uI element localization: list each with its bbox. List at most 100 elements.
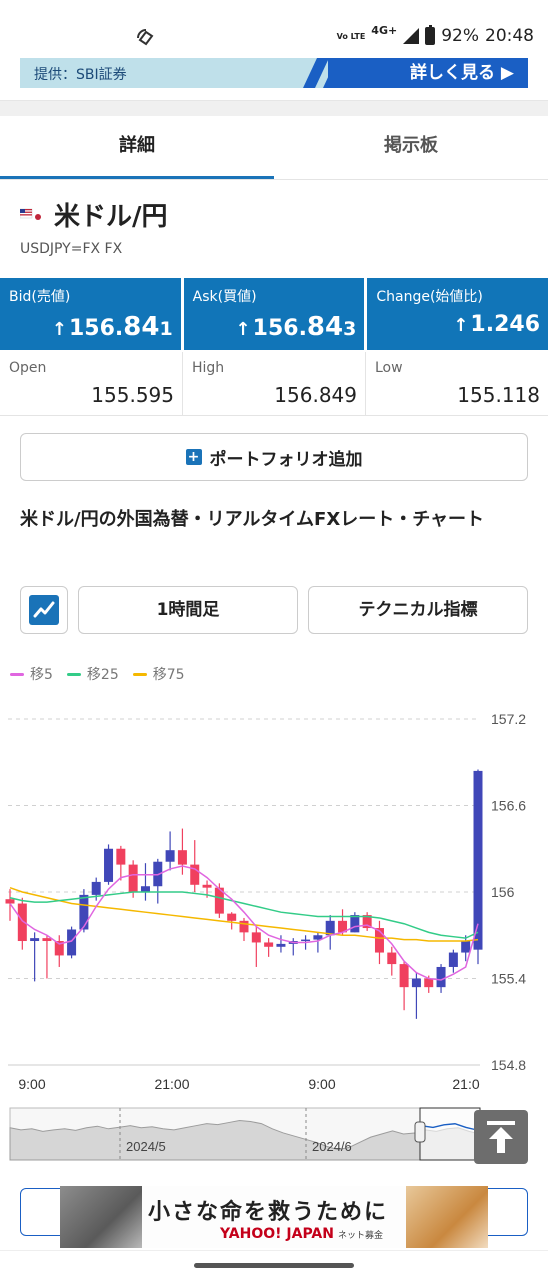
chart-type-button[interactable] bbox=[20, 586, 68, 634]
y-tick-label: 155.4 bbox=[491, 971, 526, 987]
candle-body bbox=[264, 942, 274, 947]
scroll-top-button[interactable] bbox=[474, 1110, 528, 1164]
y-tick-label: 157.2 bbox=[491, 711, 526, 727]
change-int: 1.246 bbox=[470, 312, 541, 337]
sbi-banner[interactable]: 提供：SBI証券 詳しく見る ▶ bbox=[20, 58, 528, 88]
clock: 20:48 bbox=[485, 26, 534, 46]
ad-brand-sub: ネット募金 bbox=[337, 1231, 383, 1241]
candle-body bbox=[104, 848, 114, 882]
instrument-header: 米ドル/円 bbox=[20, 196, 168, 233]
bid-int: 156. bbox=[68, 316, 124, 341]
tab-board[interactable]: 掲示板 bbox=[274, 116, 548, 179]
open-cell: Open 155.595 bbox=[0, 352, 183, 415]
bid-label: Bid(売値) bbox=[9, 289, 71, 305]
tab-bar: 詳細 掲示板 bbox=[0, 116, 548, 180]
candle-body bbox=[461, 941, 471, 953]
status-bar: Vo LTE 4G+ 92% 20:48 bbox=[0, 0, 548, 58]
candle-body bbox=[301, 939, 311, 942]
add-portfolio-button[interactable]: + ポートフォリオ追加 bbox=[20, 433, 528, 481]
open-value: 155.595 bbox=[91, 383, 174, 407]
x-tick-label: 21:00 bbox=[154, 1076, 189, 1092]
candlestick-chart[interactable]: 157.2 156.6 156 155.4 154.8 9:00 21:00 9:00 21:0 bbox=[0, 700, 548, 1100]
high-cell: High 156.849 bbox=[183, 352, 366, 415]
ask-big: 84 bbox=[306, 312, 344, 342]
range-navigator[interactable]: 2024/5 2024/6 bbox=[0, 1100, 548, 1166]
ask-int: 156. bbox=[252, 316, 307, 341]
interval-button[interactable]: 1時間足 bbox=[78, 586, 298, 634]
legend-ma75[interactable]: 移75 bbox=[132, 664, 185, 684]
status-indicators: Vo LTE 4G+ 92% 20:48 bbox=[336, 23, 534, 47]
us-japan-flag-icon bbox=[20, 208, 41, 220]
change-cell: Change(始値比) ↑1.246 bbox=[367, 278, 548, 350]
navigator-handle[interactable] bbox=[414, 1121, 426, 1143]
candle-body bbox=[473, 770, 483, 950]
home-gesture-bar[interactable] bbox=[194, 1263, 354, 1268]
candle-body bbox=[202, 884, 212, 888]
candle-body bbox=[350, 915, 360, 933]
up-arrow-icon: ↑ bbox=[235, 319, 251, 340]
quote-row: Bid(売値) ↑156.841 Ask(買値) ↑156.843 Change… bbox=[0, 278, 548, 350]
x-tick-label: 9:00 bbox=[18, 1076, 45, 1092]
chart-controls: 1時間足 テクニカル指標 bbox=[20, 586, 528, 634]
high-label: High bbox=[192, 360, 225, 376]
x-tick-label: 9:00 bbox=[308, 1076, 335, 1092]
ad-brand-name: YAHOO! JAPAN bbox=[220, 1226, 334, 1242]
ask-value: ↑156.843 bbox=[236, 312, 357, 342]
ad-banner[interactable]: 小さな命を救うために YAHOO! JAPAN ネット募金 bbox=[60, 1186, 488, 1248]
dog-photo bbox=[406, 1186, 488, 1248]
legend-ma5[interactable]: 移5 bbox=[10, 664, 53, 684]
bid-cell: Bid(売値) ↑156.841 bbox=[0, 278, 181, 350]
line-chart-icon bbox=[29, 595, 59, 625]
up-arrow-icon: ↑ bbox=[51, 319, 67, 340]
section-divider bbox=[0, 100, 548, 116]
legend-ma25-swatch bbox=[66, 672, 81, 676]
high-value: 156.849 bbox=[274, 383, 357, 407]
navigator-selection bbox=[419, 1107, 481, 1161]
legend-ma5-label: 移5 bbox=[30, 667, 53, 683]
candle-body bbox=[436, 966, 446, 988]
volte-indicator: Vo LTE bbox=[336, 31, 366, 41]
candle-body bbox=[276, 943, 286, 947]
candle-body bbox=[239, 920, 249, 933]
ticker-symbol: USDJPY=FX FX bbox=[20, 241, 123, 257]
chart-legend: 移5 移25 移75 bbox=[10, 664, 185, 684]
change-label: Change(始値比) bbox=[376, 289, 483, 305]
sync-app-icon bbox=[137, 29, 154, 46]
banner-detail-button[interactable]: 詳しく見る ▶ bbox=[410, 58, 514, 88]
low-cell: Low 155.118 bbox=[366, 352, 548, 415]
banner-provider: 提供：SBI証券 bbox=[34, 67, 127, 83]
navigation-bar bbox=[0, 1250, 548, 1280]
battery-level: 92% bbox=[441, 26, 479, 46]
technical-indicator-button[interactable]: テクニカル指標 bbox=[308, 586, 528, 634]
ad-brand: YAHOO! JAPAN ネット募金 bbox=[220, 1226, 383, 1242]
y-tick-label: 156.6 bbox=[491, 798, 526, 814]
low-label: Low bbox=[375, 360, 403, 376]
signal-icon bbox=[403, 28, 420, 44]
ask-label: Ask(買値) bbox=[192, 289, 257, 305]
candle-body bbox=[5, 899, 15, 904]
navigator-label: 2024/5 bbox=[126, 1139, 166, 1154]
open-label: Open bbox=[9, 360, 47, 376]
legend-ma75-swatch bbox=[132, 672, 147, 676]
page-title: 米ドル/円 bbox=[54, 202, 168, 232]
candle-body bbox=[165, 850, 175, 862]
legend-ma25[interactable]: 移25 bbox=[66, 664, 119, 684]
candle-body bbox=[42, 938, 52, 942]
legend-ma5-swatch bbox=[10, 672, 24, 676]
network-type: 4G+ bbox=[371, 23, 398, 37]
bid-value: ↑156.841 bbox=[52, 312, 173, 342]
candle-body bbox=[128, 864, 138, 892]
add-portfolio-label: ポートフォリオ追加 bbox=[209, 449, 363, 470]
legend-ma75-label: 移75 bbox=[152, 667, 185, 683]
battery-icon bbox=[425, 25, 436, 45]
ask-small: 3 bbox=[343, 318, 357, 340]
y-tick-label: 156 bbox=[491, 884, 515, 900]
change-value: ↑1.246 bbox=[453, 312, 540, 337]
candle-body bbox=[227, 913, 237, 921]
candle-body bbox=[399, 964, 409, 988]
candle-body bbox=[79, 894, 89, 930]
tab-details[interactable]: 詳細 bbox=[0, 116, 274, 179]
candle-body bbox=[30, 938, 40, 942]
candle-body bbox=[91, 881, 101, 895]
navigator-label: 2024/6 bbox=[312, 1139, 352, 1154]
